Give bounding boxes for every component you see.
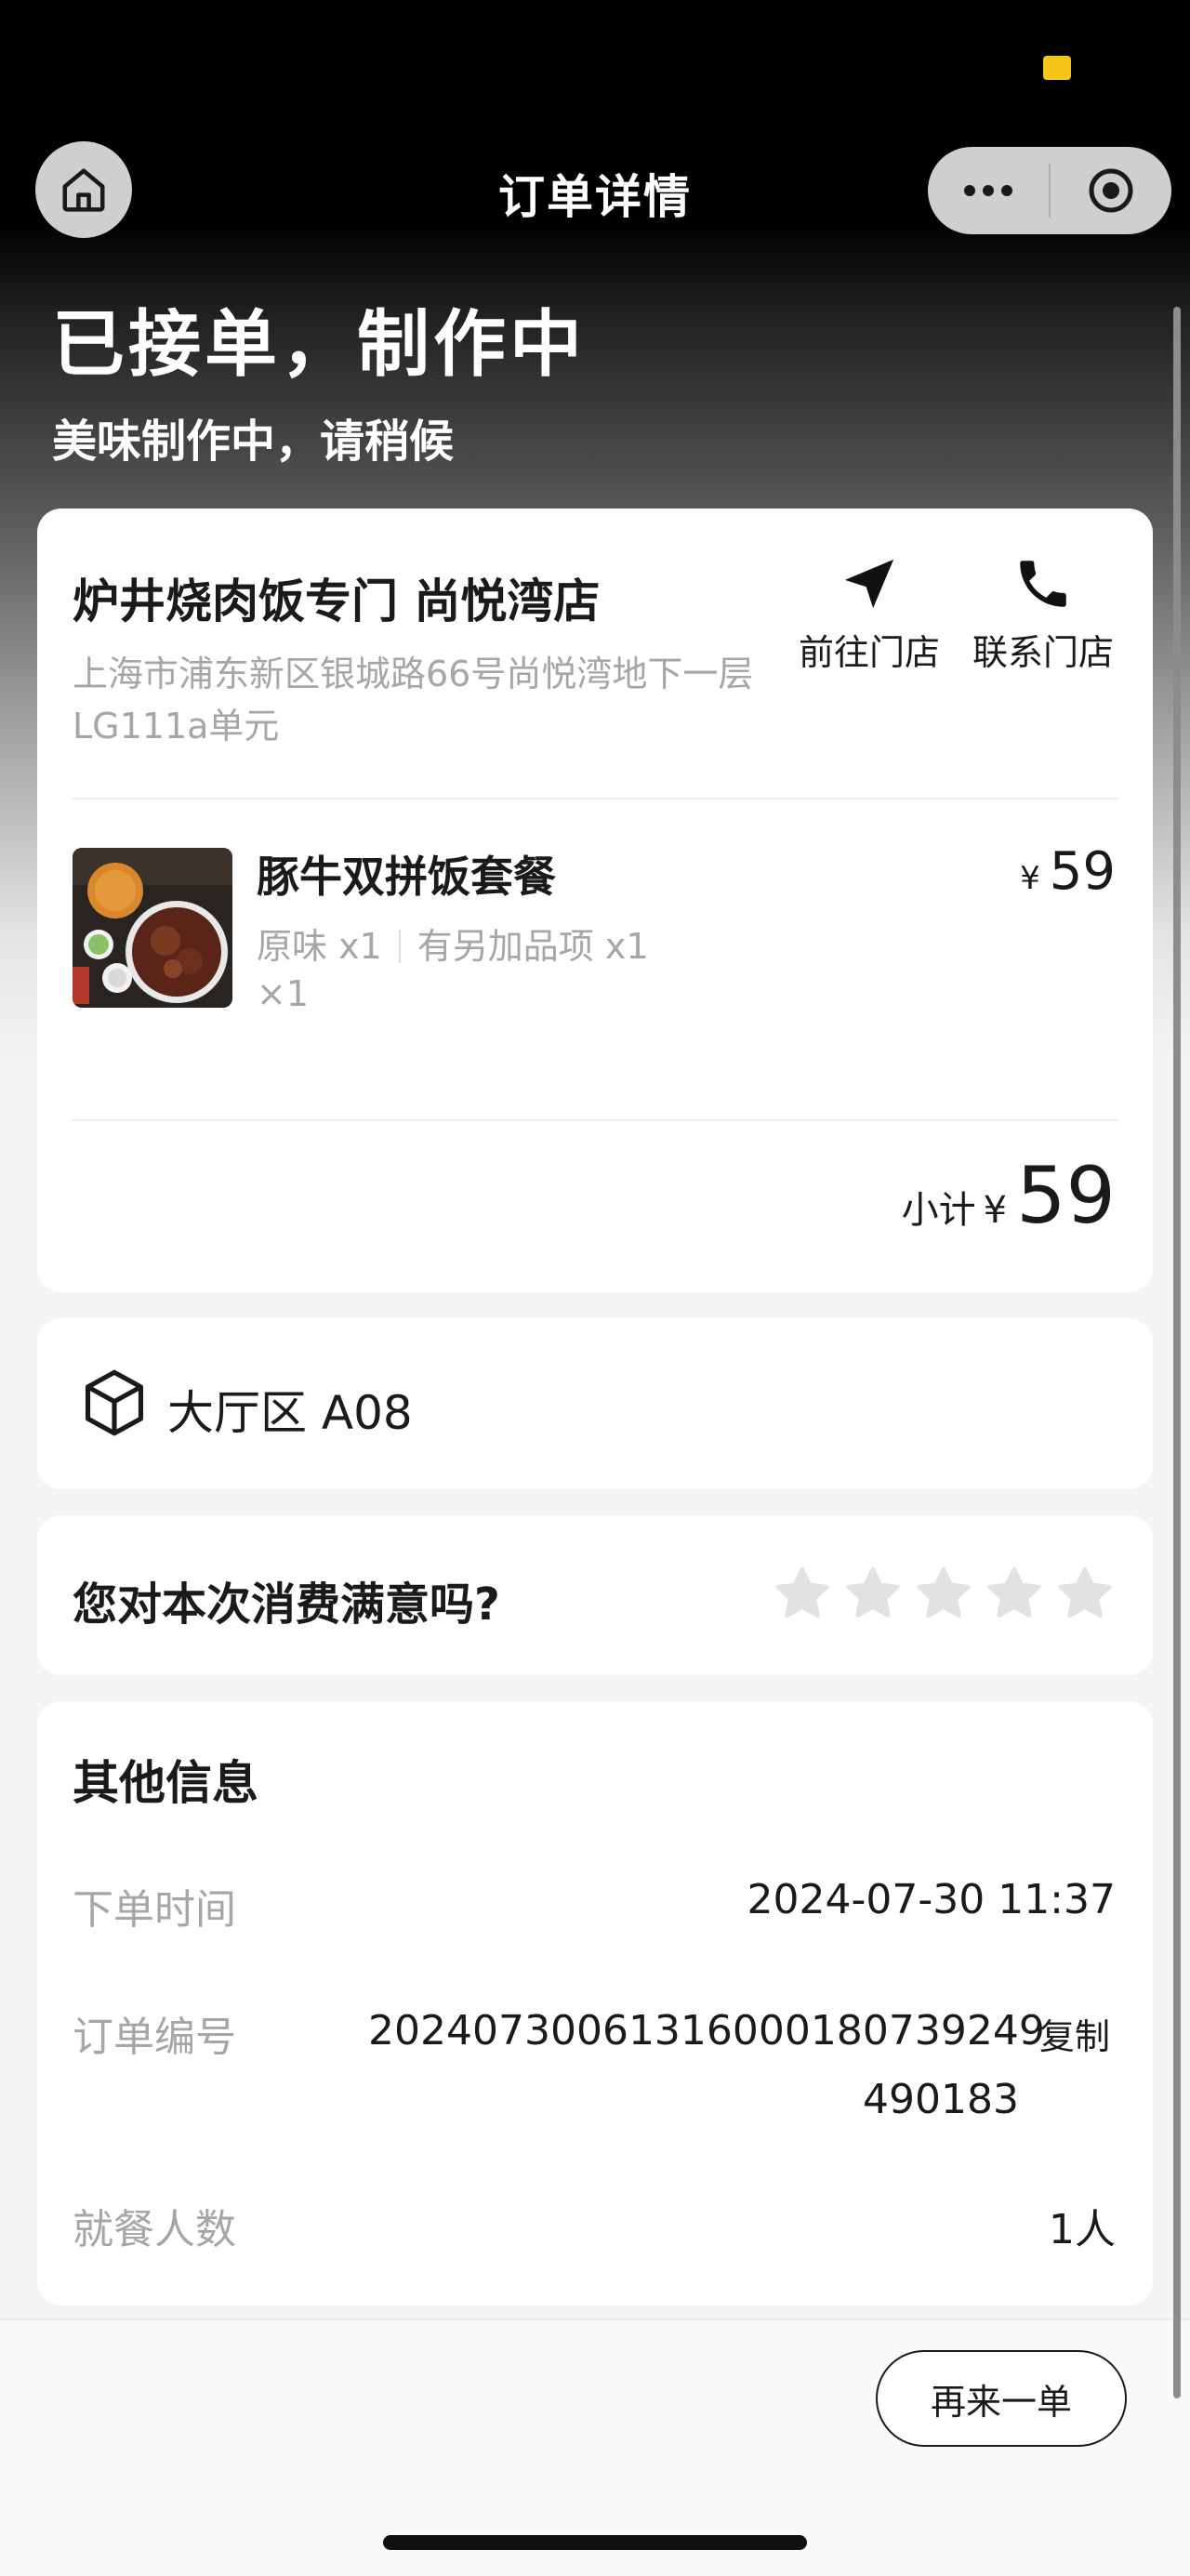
more-button[interactable] (928, 147, 1049, 234)
star-icon[interactable] (842, 1564, 904, 1625)
order-status-subtitle: 美味制作中，请稍候 (52, 416, 455, 468)
items-divider (73, 1119, 1117, 1121)
navigate-label: 前往门店 (798, 632, 940, 673)
rating-question: 您对本次消费满意吗? (73, 1579, 500, 1631)
item-price: ¥59 (1020, 841, 1116, 902)
other-info-card: 其他信息 下单时间 2024-07-30 11:37 订单编号 20240730… (37, 1701, 1153, 2305)
store-divider (73, 798, 1117, 799)
scrollbar[interactable] (1173, 307, 1181, 2398)
table-box-icon (85, 1369, 144, 1436)
subtotal-currency: ¥ (983, 1189, 1008, 1232)
table-card: 大厅区 A08 (37, 1318, 1153, 1489)
subtotal: 小计 ¥59 (902, 1150, 1116, 1241)
subtotal-label: 小计 (901, 1189, 976, 1232)
store-name: 炉井烧肉饭专门 尚悦湾店 (73, 575, 601, 628)
table-number: 大厅区 A08 (167, 1386, 413, 1440)
item-name: 豚牛双拼饭套餐 (257, 852, 556, 902)
order-number-label: 订单编号 (73, 2014, 236, 2061)
star-icon[interactable] (772, 1564, 833, 1625)
more-icon (964, 185, 1012, 196)
item-options: 原味 x1 有另加品项 x1 (257, 918, 649, 969)
diners-label: 就餐人数 (73, 2206, 236, 2253)
status-indicator-dot (1043, 56, 1071, 80)
option-separator (398, 930, 401, 963)
navigate-arrow-icon (844, 559, 894, 609)
order-time-value: 2024-07-30 11:37 (747, 1876, 1117, 1923)
home-button[interactable] (35, 141, 132, 238)
subtotal-amount: 59 (1016, 1150, 1116, 1241)
rating-card: 您对本次消费满意吗? (37, 1515, 1153, 1675)
star-icon[interactable] (913, 1564, 974, 1625)
item-option-2: 有另加品项 x1 (416, 926, 649, 967)
order-number-value: 20240730061316000180739249 490183 (368, 1997, 1045, 2134)
diners-value: 1人 (1049, 2206, 1116, 2253)
home-icon (62, 168, 105, 212)
item-option-1: 原味 x1 (257, 926, 382, 967)
call-label: 联系门店 (972, 632, 1114, 673)
item-thumbnail[interactable] (73, 848, 232, 1008)
star-rating (772, 1564, 1116, 1625)
copy-order-number-button[interactable]: 复制 (1039, 2008, 1110, 2059)
store-address: 上海市浦东新区银城路66号尚悦湾地下一层LG111a单元 (73, 654, 754, 746)
order-status-title: 已接单，制作中 (52, 303, 587, 387)
home-indicator[interactable] (383, 2535, 807, 2550)
page-title: 订单详情 (498, 170, 692, 224)
miniprogram-capsule (928, 147, 1171, 234)
order-number-line-1: 20240730061316000180739249 (368, 2007, 1045, 2054)
item-price-value: 59 (1049, 841, 1116, 902)
order-time-label: 下单时间 (73, 1886, 236, 1934)
order-number-line-2: 490183 (863, 2076, 1019, 2123)
star-icon[interactable] (984, 1564, 1045, 1625)
item-price-currency: ¥ (1020, 860, 1040, 897)
reorder-button[interactable]: 再来一单 (876, 2350, 1127, 2447)
target-icon (1089, 168, 1133, 213)
other-info-title: 其他信息 (73, 1756, 258, 1810)
call-store-button[interactable]: 联系门店 (969, 553, 1117, 675)
item-quantity: ×1 (257, 973, 310, 1014)
store-order-card: 炉井烧肉饭专门 尚悦湾店 上海市浦东新区银城路66号尚悦湾地下一层LG111a单… (37, 509, 1153, 1292)
star-icon[interactable] (1054, 1564, 1116, 1625)
phone-icon (1020, 561, 1066, 607)
close-miniprogram-button[interactable] (1051, 147, 1171, 234)
navigate-to-store-button[interactable]: 前往门店 (795, 553, 944, 675)
